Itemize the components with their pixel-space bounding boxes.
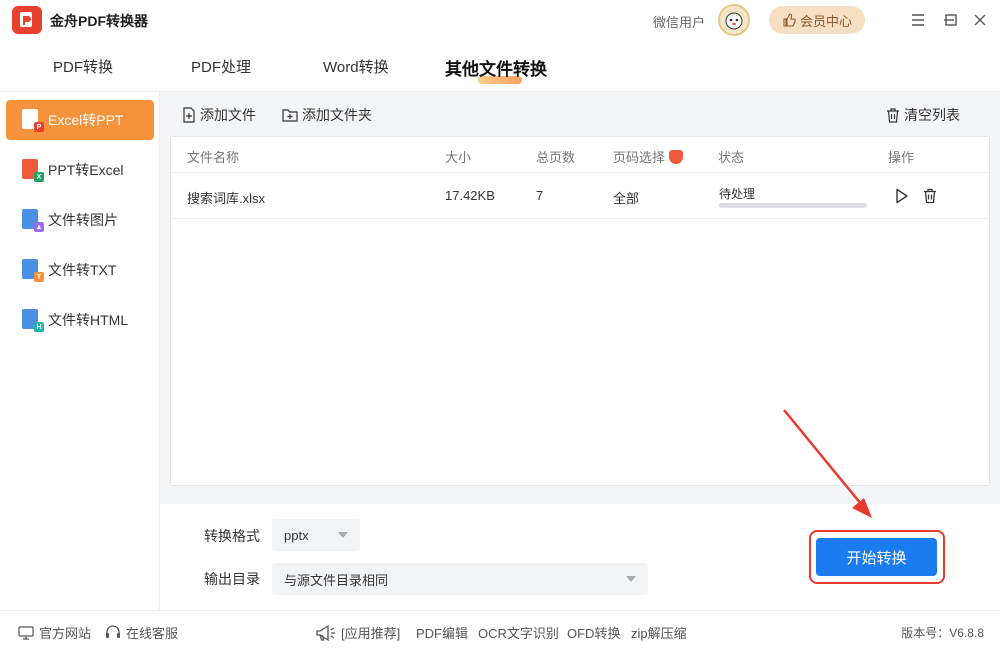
file-pages: 7 [536,188,544,203]
start-convert-button[interactable]: 开始转换 [816,538,937,576]
tab-pdf-convert[interactable]: PDF转换 [53,56,113,77]
clear-list-label: 清空列表 [904,107,960,123]
headset-icon [106,625,120,638]
footer: 官方网站 在线客服 [应用推荐] PDF编辑 OCR文字识别 OFD转换 zip… [0,610,1000,650]
add-file-icon [183,107,195,123]
output-dir-select[interactable]: 与源文件目录相同 [272,563,648,595]
trash-icon [887,107,899,123]
header-status: 状态 [718,150,745,165]
recommend-label: [应用推荐] [341,626,401,641]
chevron-down-icon [338,532,348,538]
format-label: 转换格式 [204,528,260,544]
sidebar-item-file-to-html[interactable]: H 文件转HTML [6,300,154,340]
sidebar-item-label: PPT转Excel [48,162,124,178]
toolbar: 添加文件 添加文件夹 清空列表 [160,92,1000,136]
output-value: 与源文件目录相同 [284,572,389,588]
file-page-select[interactable]: 全部 [613,188,639,207]
recommend-link[interactable]: [应用推荐] [314,623,400,642]
sidebar-item-file-to-txt[interactable]: T 文件转TXT [6,250,154,290]
app-title: 金舟PDF转换器 [50,13,148,29]
progress-bar [719,203,867,208]
online-service-link[interactable]: 在线客服 [105,623,178,642]
table-row[interactable]: 搜索词库.xlsx 17.42KB 7 全部 待处理 [171,173,989,219]
header-pages: 总页数 [536,150,576,165]
official-site-link[interactable]: 官方网站 [18,623,91,642]
header-name: 文件名称 [187,150,240,165]
footer-link-ofd[interactable]: OFD转换 [567,623,620,642]
menu-icon[interactable] [908,10,928,30]
play-icon[interactable] [893,187,911,205]
add-file-button[interactable]: 添加文件 [182,105,256,125]
member-center-button[interactable]: 会员中心 [769,6,865,34]
table-header: 文件名称 大小 总页数 页码选择 状态 操作 [171,137,989,173]
file-name: 搜索词库.xlsx [187,191,266,206]
tab-other-convert[interactable]: 其他文件转换 [445,55,547,80]
header-page-select: 页码选择 [613,147,684,166]
app-logo-icon [12,6,42,34]
file-table: 文件名称 大小 总页数 页码选择 状态 操作 搜索词库.xlsx 17.42KB… [170,136,990,486]
add-file-label: 添加文件 [200,107,256,123]
sidebar-item-label: 文件转HTML [48,312,129,328]
settings-panel: 转换格式 pptx 输出目录 与源文件目录相同 开始转换 [160,504,1000,610]
clear-list-button[interactable]: 清空列表 [886,105,960,125]
main-panel: 添加文件 添加文件夹 清空列表 文件名称 大小 总页数 页码选择 状态 操作 搜… [160,92,1000,610]
vip-crown-icon [669,150,684,164]
megaphone-icon [316,624,335,641]
sidebar-item-label: 文件转图片 [48,212,118,228]
footer-link-zip[interactable]: zip解压缩 [631,623,687,642]
sidebar-item-ppt-to-excel[interactable]: X PPT转Excel [6,150,154,190]
footer-link-pdf-edit[interactable]: PDF编辑 [416,623,468,642]
add-folder-icon [282,109,298,122]
thumb-icon [783,13,796,27]
sidebar-item-excel-to-ppt[interactable]: P Excel转PPT [6,100,154,140]
window-maximize-icon[interactable] [941,10,961,30]
avatar[interactable] [718,4,750,36]
top-tabs: PDF转换 PDF处理 Word转换 其他文件转换 [0,40,1000,92]
add-folder-button[interactable]: 添加文件夹 [282,105,372,125]
header-page-select-label: 页码选择 [613,150,666,165]
file-size: 17.42KB [445,188,495,203]
close-icon[interactable] [970,10,990,30]
file-to-image-icon: ▲ [22,209,44,232]
format-value: pptx [284,527,309,543]
version-text: 版本号：V6.8.8 [901,626,984,640]
chevron-down-icon [626,576,636,582]
tab-pdf-process[interactable]: PDF处理 [191,56,251,77]
file-to-html-icon: H [22,309,44,332]
tab-word-convert[interactable]: Word转换 [323,56,389,77]
ppt-to-excel-icon: X [22,159,44,182]
sidebar-item-label: 文件转TXT [48,262,117,278]
header-size: 大小 [445,150,472,165]
online-service-label: 在线客服 [126,626,179,641]
title-bar: 金舟PDF转换器 微信用户 会员中心 [0,0,1000,40]
sidebar-item-file-to-image[interactable]: ▲ 文件转图片 [6,200,154,240]
file-status: 待处理 [719,187,756,201]
file-to-txt-icon: T [22,259,44,282]
footer-link-ocr[interactable]: OCR文字识别 [478,623,559,642]
delete-icon[interactable] [921,187,939,205]
monitor-icon [18,625,34,640]
official-site-label: 官方网站 [39,626,92,641]
sidebar: P Excel转PPT X PPT转Excel ▲ 文件转图片 T 文件转TXT… [0,92,160,610]
member-label: 会员中心 [799,13,852,29]
format-select[interactable]: pptx [272,519,360,551]
add-folder-label: 添加文件夹 [302,107,372,123]
sidebar-item-label: Excel转PPT [48,112,124,128]
output-label: 输出目录 [204,571,260,587]
user-name[interactable]: 微信用户 [653,12,705,31]
excel-to-ppt-icon: P [22,109,44,132]
header-actions: 操作 [888,150,915,165]
